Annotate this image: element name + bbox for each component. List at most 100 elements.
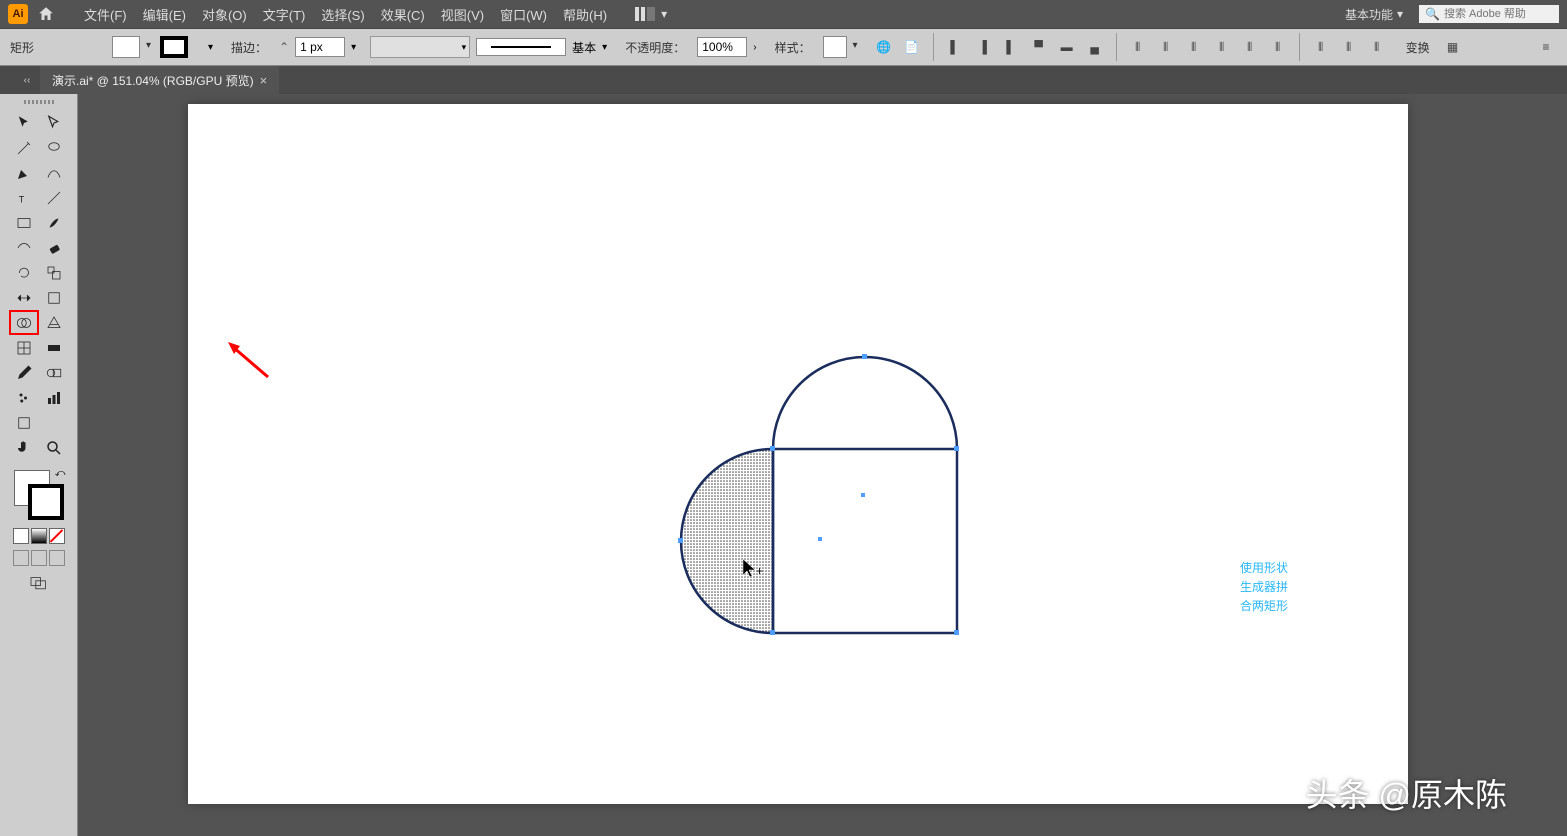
none-mode-icon[interactable] xyxy=(49,528,65,544)
search-box[interactable]: 🔍 xyxy=(1419,5,1559,23)
blend-tool-icon[interactable] xyxy=(39,360,69,385)
stroke-width-input[interactable] xyxy=(295,37,345,57)
globe-icon[interactable]: 🌐 xyxy=(873,36,895,58)
style-swatch[interactable] xyxy=(823,36,847,58)
free-transform-tool-icon[interactable] xyxy=(39,285,69,310)
scale-tool-icon[interactable] xyxy=(39,260,69,285)
handle[interactable] xyxy=(770,630,775,635)
handle[interactable] xyxy=(770,446,775,451)
stroke-color[interactable] xyxy=(160,36,188,58)
dist-3-icon[interactable]: ⦀ xyxy=(1183,36,1205,58)
panel-menu-icon[interactable]: ≡ xyxy=(1535,36,1557,58)
menu-file[interactable]: 文件(F) xyxy=(76,1,135,28)
stroke-style-preview[interactable] xyxy=(476,38,566,56)
stroke-swatch[interactable] xyxy=(28,484,64,520)
dist-2-icon[interactable]: ⦀ xyxy=(1155,36,1177,58)
rotate-tool-icon[interactable] xyxy=(9,260,39,285)
color-mode-icon[interactable] xyxy=(13,528,29,544)
square-shape[interactable] xyxy=(773,449,957,633)
search-input[interactable] xyxy=(1444,8,1553,20)
align-top-icon[interactable]: ▀ xyxy=(1028,36,1050,58)
align-left-icon[interactable]: ▌ xyxy=(944,36,966,58)
collapse-icon[interactable]: ‹‹ xyxy=(20,72,34,88)
layout-icon[interactable]: ▾ xyxy=(635,7,667,21)
handle[interactable] xyxy=(954,446,959,451)
home-icon[interactable] xyxy=(36,4,56,24)
canvas-shapes[interactable]: + xyxy=(678,354,998,674)
handle[interactable] xyxy=(954,630,959,635)
zoom-tool-icon[interactable] xyxy=(39,435,69,460)
mesh-tool-icon[interactable] xyxy=(9,335,39,360)
menu-type[interactable]: 文字(T) xyxy=(255,1,314,28)
top-arc-shape[interactable] xyxy=(773,357,957,449)
fill-color[interactable] xyxy=(112,36,140,58)
menu-object[interactable]: 对象(O) xyxy=(194,1,255,28)
handle[interactable] xyxy=(678,538,683,543)
svg-text:+: + xyxy=(756,564,763,578)
panel-grip[interactable] xyxy=(24,100,54,104)
perspective-tool-icon[interactable] xyxy=(39,310,69,335)
eyedropper-tool-icon[interactable] xyxy=(9,360,39,385)
transform-icon[interactable]: ▦ xyxy=(1442,36,1464,58)
document-tab[interactable]: 演示.ai* @ 151.04% (RGB/GPU 预览) × xyxy=(40,66,279,95)
transform-label[interactable]: 变换 xyxy=(1406,39,1430,56)
align-bottom-icon[interactable]: ▄ xyxy=(1084,36,1106,58)
menu-help[interactable]: 帮助(H) xyxy=(555,1,615,28)
magic-wand-tool-icon[interactable] xyxy=(9,135,39,160)
dist-1-icon[interactable]: ⦀ xyxy=(1127,36,1149,58)
align-hcenter-icon[interactable]: ▐ xyxy=(972,36,994,58)
selection-tool-icon[interactable] xyxy=(9,110,39,135)
direct-selection-tool-icon[interactable] xyxy=(39,110,69,135)
dist-5-icon[interactable]: ⦀ xyxy=(1239,36,1261,58)
artboard-tool-icon[interactable] xyxy=(9,410,39,435)
curvature-tool-icon[interactable] xyxy=(39,160,69,185)
pen-tool-icon[interactable] xyxy=(9,160,39,185)
hand-tool-icon[interactable] xyxy=(9,435,39,460)
brush-tool-icon[interactable] xyxy=(39,210,69,235)
dist-sp1-icon[interactable]: ⦀ xyxy=(1310,36,1332,58)
handle[interactable] xyxy=(862,354,867,359)
graph-tool-icon[interactable] xyxy=(39,385,69,410)
draw-inside-icon[interactable] xyxy=(49,550,65,566)
canvas-area[interactable]: + 使用形状 生成器拼 合两矩形 xyxy=(78,94,1567,836)
draw-behind-icon[interactable] xyxy=(31,550,47,566)
color-mode-row xyxy=(13,528,65,544)
opacity-input[interactable] xyxy=(697,37,747,57)
swap-icon[interactable]: ⤺ xyxy=(55,468,66,479)
menu-select[interactable]: 选择(S) xyxy=(313,1,372,28)
workspace: T xyxy=(0,94,1567,836)
stroke-dd[interactable]: ▾ xyxy=(351,42,356,53)
gradient-tool-icon[interactable] xyxy=(39,335,69,360)
screen-mode-icon[interactable] xyxy=(29,576,49,595)
artboard[interactable]: + 使用形状 生成器拼 合两矩形 xyxy=(188,104,1408,804)
fill-stroke-control[interactable]: ⤺ xyxy=(14,470,64,520)
type-tool-icon[interactable]: T xyxy=(9,185,39,210)
dist-sp2-icon[interactable]: ⦀ xyxy=(1338,36,1360,58)
slice-tool-icon[interactable] xyxy=(39,410,69,435)
eraser-tool-icon[interactable] xyxy=(39,235,69,260)
symbol-sprayer-tool-icon[interactable] xyxy=(9,385,39,410)
workspace-selector[interactable]: 基本功能▾ xyxy=(1337,4,1411,25)
close-icon[interactable]: × xyxy=(260,73,268,88)
shaper-tool-icon[interactable] xyxy=(9,235,39,260)
left-arc-shape[interactable] xyxy=(681,449,773,633)
align-right-icon[interactable]: ▌ xyxy=(1000,36,1022,58)
menu-view[interactable]: 视图(V) xyxy=(433,1,492,28)
lasso-tool-icon[interactable] xyxy=(39,135,69,160)
line-tool-icon[interactable] xyxy=(39,185,69,210)
rectangle-tool-icon[interactable] xyxy=(9,210,39,235)
stroke-profile[interactable] xyxy=(370,36,470,58)
shape-builder-tool-icon[interactable] xyxy=(9,310,39,335)
width-tool-icon[interactable] xyxy=(9,285,39,310)
stroke-stepper-down[interactable]: ⌃ xyxy=(279,40,289,54)
dist-4-icon[interactable]: ⦀ xyxy=(1211,36,1233,58)
menu-effect[interactable]: 效果(C) xyxy=(373,1,433,28)
align-vcenter-icon[interactable]: ▬ xyxy=(1056,36,1078,58)
dist-sp3-icon[interactable]: ⦀ xyxy=(1366,36,1388,58)
dist-6-icon[interactable]: ⦀ xyxy=(1267,36,1289,58)
menu-window[interactable]: 窗口(W) xyxy=(492,1,555,28)
draw-normal-icon[interactable] xyxy=(13,550,29,566)
menu-edit[interactable]: 编辑(E) xyxy=(135,1,194,28)
gradient-mode-icon[interactable] xyxy=(31,528,47,544)
doc-setup-icon[interactable]: 📄 xyxy=(901,36,923,58)
